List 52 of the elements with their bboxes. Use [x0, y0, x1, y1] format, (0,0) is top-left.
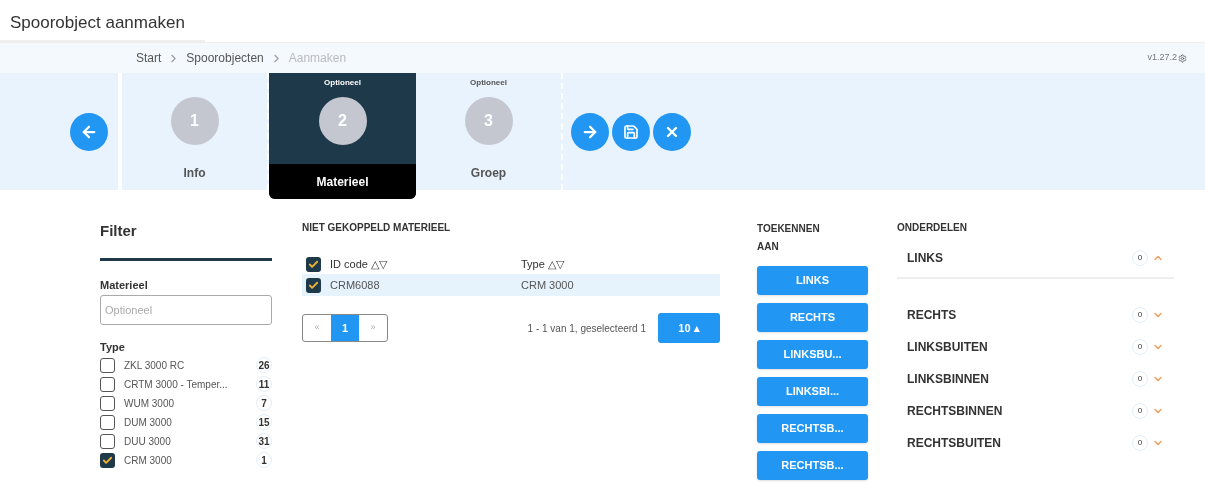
filter-title: Filter [100, 221, 138, 241]
column-header[interactable]: Type △▽ [521, 255, 564, 273]
wizard-step[interactable]: Optioneel 3 Groep [416, 73, 563, 190]
part-name[interactable]: RECHTSBUITEN [907, 434, 1132, 452]
next-button[interactable] [571, 112, 609, 151]
type-option[interactable]: CRTM 3000 - Temper... [124, 376, 256, 392]
step-number: 2 [318, 97, 367, 145]
step-label: Info [183, 164, 206, 182]
breadcrumb-link[interactable]: Spoorobjecten [186, 49, 264, 67]
part-name[interactable]: RECHTS [907, 306, 1132, 324]
settings-icon[interactable] [1178, 53, 1187, 63]
step-label: Materieel [316, 173, 369, 191]
assign-title: TOEKENNEN AAN [757, 222, 821, 254]
step-number: 1 [170, 97, 219, 145]
type-option[interactable]: CRM 3000 [124, 452, 256, 468]
table-row[interactable]: CRM6088 CRM 3000 [302, 274, 720, 296]
checkbox[interactable] [100, 414, 115, 430]
optional-note: Optioneel [470, 78, 507, 87]
checkbox[interactable] [306, 256, 321, 272]
field-label: Materieel [100, 277, 149, 293]
checkbox[interactable] [100, 357, 115, 373]
breadcrumb-link[interactable]: Start [136, 49, 162, 67]
checkbox[interactable] [100, 452, 115, 468]
materieel-input[interactable]: Optioneel [100, 295, 272, 325]
part-name[interactable]: RECHTSBINNEN [907, 402, 1132, 420]
step-number: 3 [464, 97, 513, 145]
back-button[interactable] [70, 112, 108, 151]
selection-summary: 1 - 1 van 1, geselecteerd 1 [527, 321, 646, 336]
type-option[interactable]: DUM 3000 [124, 414, 256, 430]
table-title: NIET GEKOPPELD MATERIEEL [302, 221, 452, 235]
save-icon [623, 123, 639, 140]
save-button[interactable] [612, 112, 650, 151]
checkbox[interactable] [100, 433, 115, 449]
checkbox[interactable] [100, 376, 115, 392]
type-option[interactable]: WUM 3000 [124, 395, 256, 411]
table-cell-text: CRM6088 [330, 277, 381, 293]
version-label: v1.27.2 [1147, 51, 1177, 65]
type-option[interactable]: DUU 3000 [124, 433, 256, 449]
table-cell-text: CRM 3000 [521, 277, 574, 293]
checkbox[interactable] [306, 277, 321, 293]
field-label: Type [100, 340, 126, 355]
parts-title: ONDERDELEN [897, 221, 968, 235]
step-label: Groep [470, 164, 507, 182]
part-name[interactable]: LINKS [907, 249, 1132, 267]
close-button[interactable] [653, 112, 691, 151]
wizard-step[interactable]: Optioneel 2 Materieel [269, 73, 416, 199]
column-header[interactable]: ID code △▽ [330, 255, 521, 273]
optional-note: Optioneel [324, 78, 361, 87]
checkbox[interactable] [100, 395, 115, 411]
type-option[interactable]: ZKL 3000 RC [124, 357, 256, 373]
part-name[interactable]: LINKSBINNEN [907, 370, 1132, 388]
part-name[interactable]: LINKSBUITEN [907, 338, 1132, 356]
